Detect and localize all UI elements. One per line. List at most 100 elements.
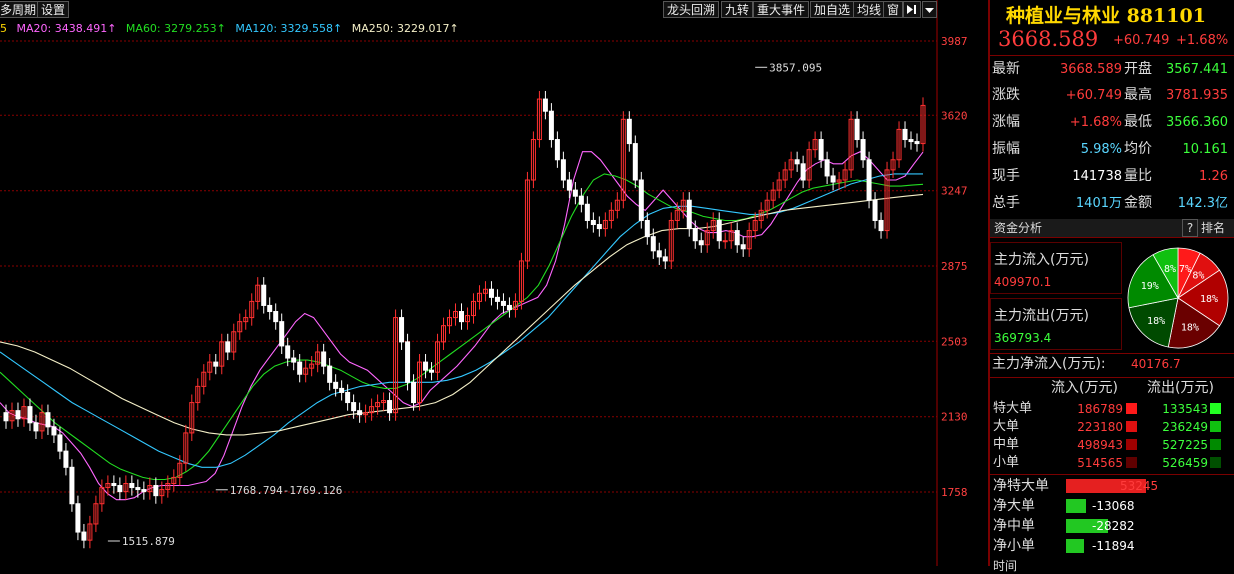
chevron-down-icon[interactable] xyxy=(922,1,937,18)
window-button[interactable]: 窗 xyxy=(883,1,904,18)
pie-slice-label: 8% xyxy=(1164,264,1176,275)
candle-body xyxy=(69,466,75,505)
candle-body xyxy=(411,381,417,404)
candle-body xyxy=(141,489,147,493)
price-annotation: 1768.794-1769.126 xyxy=(230,484,343,497)
quote-value: 142.3亿 xyxy=(1177,196,1228,211)
candle-body xyxy=(722,240,728,243)
quote-label: 总手 xyxy=(992,195,1020,211)
help-button[interactable]: ? xyxy=(1182,219,1198,237)
candle-body xyxy=(740,244,746,250)
candle-body xyxy=(866,159,872,201)
quote-value: 141738 xyxy=(1072,169,1122,184)
ma20-label: MA20: 3438.491↑ xyxy=(16,22,117,35)
order-type: 大单 xyxy=(993,419,1020,434)
ma-button[interactable]: 均线 xyxy=(853,1,886,18)
pie-slice-label: 18% xyxy=(1181,323,1199,334)
quote-label: 开盘 xyxy=(1124,61,1152,77)
candle-body xyxy=(153,485,159,497)
multi-period-button[interactable]: 多周期 xyxy=(0,1,41,18)
candle-body xyxy=(405,341,411,383)
candle-body xyxy=(51,426,57,436)
net-amount: -28282 xyxy=(1092,519,1135,533)
net-bar xyxy=(1066,539,1084,553)
y-tick-label: 2503 xyxy=(941,335,968,348)
net-inflow-value: 40176.7 xyxy=(1131,357,1181,371)
quote-label: 涨幅 xyxy=(992,114,1020,130)
candle-body xyxy=(872,199,878,221)
flow-table-header: 流入(万元) 流出(万元) xyxy=(990,377,1234,398)
outflow-swatch xyxy=(1210,403,1221,414)
stock-title[interactable]: 种植业与林业 881101 xyxy=(1006,1,1206,28)
candle-body xyxy=(698,240,704,246)
quote-value: 3567.441 xyxy=(1165,62,1228,77)
net-amount: -13068 xyxy=(1092,499,1135,513)
candle-body xyxy=(423,361,429,371)
quote-value: 3566.360 xyxy=(1165,115,1228,130)
candle-body xyxy=(3,412,9,422)
price-annotation: 1515.879 xyxy=(122,535,175,548)
y-tick-label: 2130 xyxy=(941,411,968,424)
net-type: 净小单 xyxy=(993,538,1035,554)
candle-body xyxy=(878,219,884,232)
flow-row: 大单 223180 236249 xyxy=(990,418,1234,436)
candle-body xyxy=(285,345,291,359)
candle-body xyxy=(554,139,560,161)
quote-label: 最新 xyxy=(992,61,1020,77)
pie-slice-label: 8% xyxy=(1192,271,1204,282)
settings-button[interactable]: 设置 xyxy=(37,1,70,18)
candle-body xyxy=(506,304,512,310)
candle-body xyxy=(656,250,662,258)
net-amount: 53245 xyxy=(1120,479,1159,493)
rank-button[interactable]: 排名 xyxy=(1201,219,1225,237)
quote-label: 量比 xyxy=(1124,168,1152,184)
inflow-swatch xyxy=(1126,403,1137,414)
quote-value: 5.98% xyxy=(1080,142,1122,157)
pie-slice-label: 18% xyxy=(1147,316,1165,327)
pie-slice-label: 18% xyxy=(1200,294,1218,305)
candle-body xyxy=(27,406,33,424)
candle-body xyxy=(291,357,297,363)
fund-analysis-title[interactable]: 资金分析 xyxy=(994,219,1042,237)
ma60-label: MA60: 3279.253↑ xyxy=(125,22,226,35)
quote-value: 3668.589 xyxy=(1059,62,1122,77)
ma5-label-fragment: 5 xyxy=(0,22,7,35)
net-type: 净大单 xyxy=(993,498,1035,514)
inflow-swatch xyxy=(1126,439,1137,450)
outflow-amount: 133543 xyxy=(1162,402,1208,416)
y-tick-label: 2875 xyxy=(941,260,968,273)
leader-replay-button[interactable]: 龙头回溯 xyxy=(663,1,720,18)
quote-label: 现手 xyxy=(992,168,1020,184)
nine-turn-button[interactable]: 九转 xyxy=(721,1,754,18)
net-type: 净特大单 xyxy=(993,478,1049,494)
y-tick-label: 3247 xyxy=(941,185,968,198)
chart-toolbar: 多周期 设置 龙头回溯 九转 重大事件 加自选 均线 窗 xyxy=(0,0,987,20)
major-events-button[interactable]: 重大事件 xyxy=(753,1,810,18)
outflow-amount: 526459 xyxy=(1162,456,1208,470)
candle-body xyxy=(626,118,632,145)
candle-body xyxy=(333,381,339,389)
add-watchlist-button[interactable]: 加自选 xyxy=(810,1,855,18)
fund-flow-pie: 7%8% 18% 18% 18% 19% 8% xyxy=(1127,247,1229,349)
candle-body xyxy=(459,311,464,323)
quote-value: 1.26 xyxy=(1199,169,1228,184)
kline-chart-area[interactable]: 3987 3620 3247 2875 2503 2130 1758 3857.095 1515… xyxy=(0,0,987,566)
kline-chart[interactable]: 3987 3620 3247 2875 2503 2130 1758 3857.095 1515… xyxy=(0,0,987,566)
inflow-amount: 186789 xyxy=(1077,402,1123,416)
net-row: 净中单 -28282 xyxy=(990,516,1234,536)
quote-label: 涨跌 xyxy=(992,87,1020,103)
order-type: 小单 xyxy=(993,455,1020,470)
candle-body xyxy=(63,450,69,468)
price-change: +60.749 xyxy=(1113,33,1170,48)
candle-body xyxy=(902,128,908,141)
pie-slice-label: 7% xyxy=(1179,264,1191,275)
candle-body xyxy=(129,483,135,489)
y-tick-label: 1758 xyxy=(941,486,968,499)
quote-value: 1401万 xyxy=(1075,196,1122,211)
ma-legend: 5 MA20: 3438.491↑ MA60: 3279.253↑ MA120:… xyxy=(0,21,465,37)
candle-body xyxy=(15,410,21,420)
collapse-icon[interactable] xyxy=(903,1,921,18)
quote-row: 现手 141738 量比 1.26 xyxy=(990,164,1234,189)
main-outflow-label: 主力流出(万元) xyxy=(994,308,1089,324)
outflow-amount: 236249 xyxy=(1162,420,1208,434)
